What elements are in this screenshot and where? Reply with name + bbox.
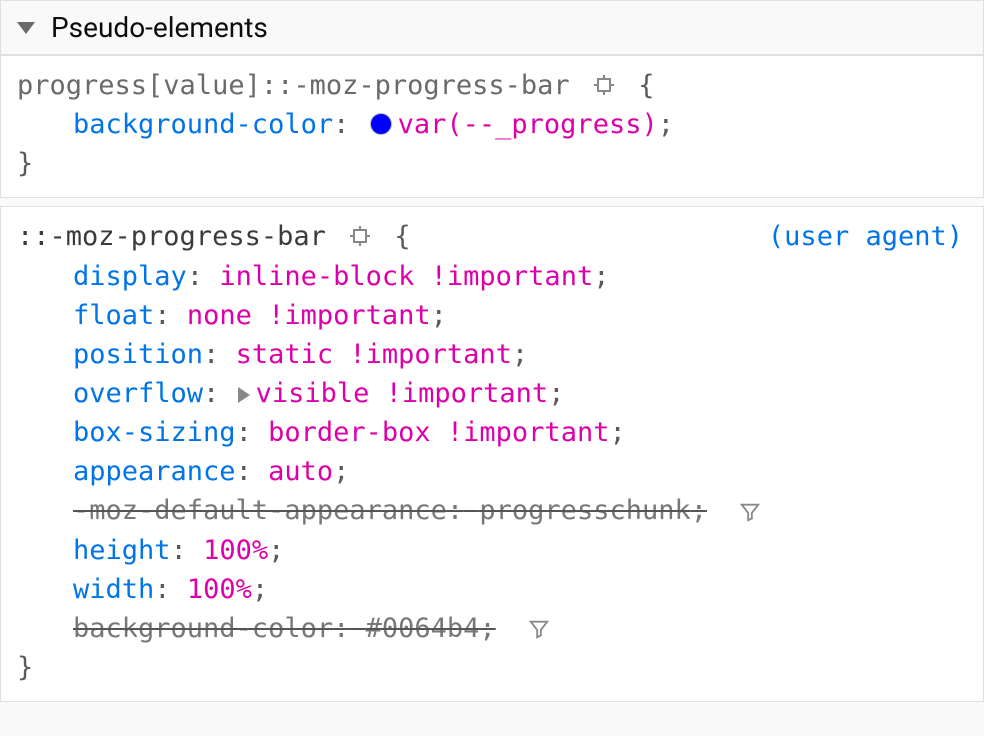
- css-declaration-overridden[interactable]: background-color: #0064b4;: [17, 609, 967, 648]
- property-value[interactable]: 100%: [203, 535, 268, 566]
- css-declaration-overridden[interactable]: -moz-default-appearance: progresschunk;: [17, 491, 967, 530]
- css-declaration[interactable]: background-color: var(--_progress);: [17, 105, 967, 144]
- selector-line: progress[value]::-moz-progress-bar {: [17, 66, 967, 105]
- filter-icon[interactable]: [528, 618, 550, 640]
- pseudo-elements-section-header[interactable]: Pseudo-elements: [0, 0, 984, 55]
- filter-icon[interactable]: [739, 501, 761, 523]
- css-declaration[interactable]: width: 100%;: [17, 570, 967, 609]
- selector-line: ::-moz-progress-bar {: [17, 217, 967, 256]
- css-declaration[interactable]: box-sizing: border-box !important;: [17, 413, 967, 452]
- property-value[interactable]: static !important: [236, 339, 512, 370]
- open-brace: {: [638, 70, 654, 101]
- property-name[interactable]: display: [73, 261, 187, 292]
- property-name[interactable]: background-color: [73, 613, 333, 644]
- property-name[interactable]: appearance: [73, 456, 236, 487]
- property-value[interactable]: 100%: [187, 574, 252, 605]
- css-declaration[interactable]: overflow: visible !important;: [17, 374, 967, 413]
- css-selector[interactable]: ::-moz-progress-bar: [17, 221, 326, 252]
- css-rule-block: (user agent) ::-moz-progress-bar { displ…: [0, 206, 984, 702]
- property-value[interactable]: none !important: [187, 300, 431, 331]
- css-rule-block: progress[value]::-moz-progress-bar { bac…: [0, 55, 984, 198]
- close-brace-line: }: [17, 648, 967, 687]
- property-value[interactable]: border-box !important: [268, 417, 609, 448]
- highlight-element-icon[interactable]: [348, 224, 372, 248]
- collapse-twisty-icon[interactable]: [17, 22, 35, 34]
- property-value[interactable]: var(--_progress): [398, 109, 658, 140]
- property-value[interactable]: progresschunk: [479, 495, 690, 526]
- css-declaration[interactable]: height: 100%;: [17, 531, 967, 570]
- property-name[interactable]: overflow: [73, 378, 203, 409]
- highlight-element-icon[interactable]: [592, 73, 616, 97]
- property-value[interactable]: visible !important: [256, 378, 549, 409]
- styles-panel: Pseudo-elements progress[value]::-moz-pr…: [0, 0, 984, 702]
- property-value[interactable]: auto: [268, 456, 333, 487]
- section-title: Pseudo-elements: [51, 11, 268, 44]
- close-brace: }: [17, 148, 33, 179]
- property-value[interactable]: inline-block !important: [219, 261, 593, 292]
- property-name[interactable]: box-sizing: [73, 417, 236, 448]
- css-declaration[interactable]: appearance: auto;: [17, 452, 967, 491]
- property-name[interactable]: float: [73, 300, 154, 331]
- close-brace: }: [17, 652, 33, 683]
- property-value[interactable]: #0064b4: [366, 613, 480, 644]
- property-name[interactable]: -moz-default-appearance: [73, 495, 447, 526]
- property-name[interactable]: background-color: [73, 109, 333, 140]
- expand-shorthand-icon[interactable]: [238, 387, 250, 403]
- open-brace: {: [394, 221, 410, 252]
- property-name[interactable]: height: [73, 535, 171, 566]
- css-declaration[interactable]: position: static !important;: [17, 335, 967, 374]
- css-declaration[interactable]: float: none !important;: [17, 296, 967, 335]
- color-swatch-icon[interactable]: [370, 113, 392, 135]
- close-brace-line: }: [17, 144, 967, 183]
- property-name[interactable]: width: [73, 574, 154, 605]
- css-declaration[interactable]: display: inline-block !important;: [17, 257, 967, 296]
- css-selector[interactable]: progress[value]::-moz-progress-bar: [17, 70, 570, 101]
- property-name[interactable]: position: [73, 339, 203, 370]
